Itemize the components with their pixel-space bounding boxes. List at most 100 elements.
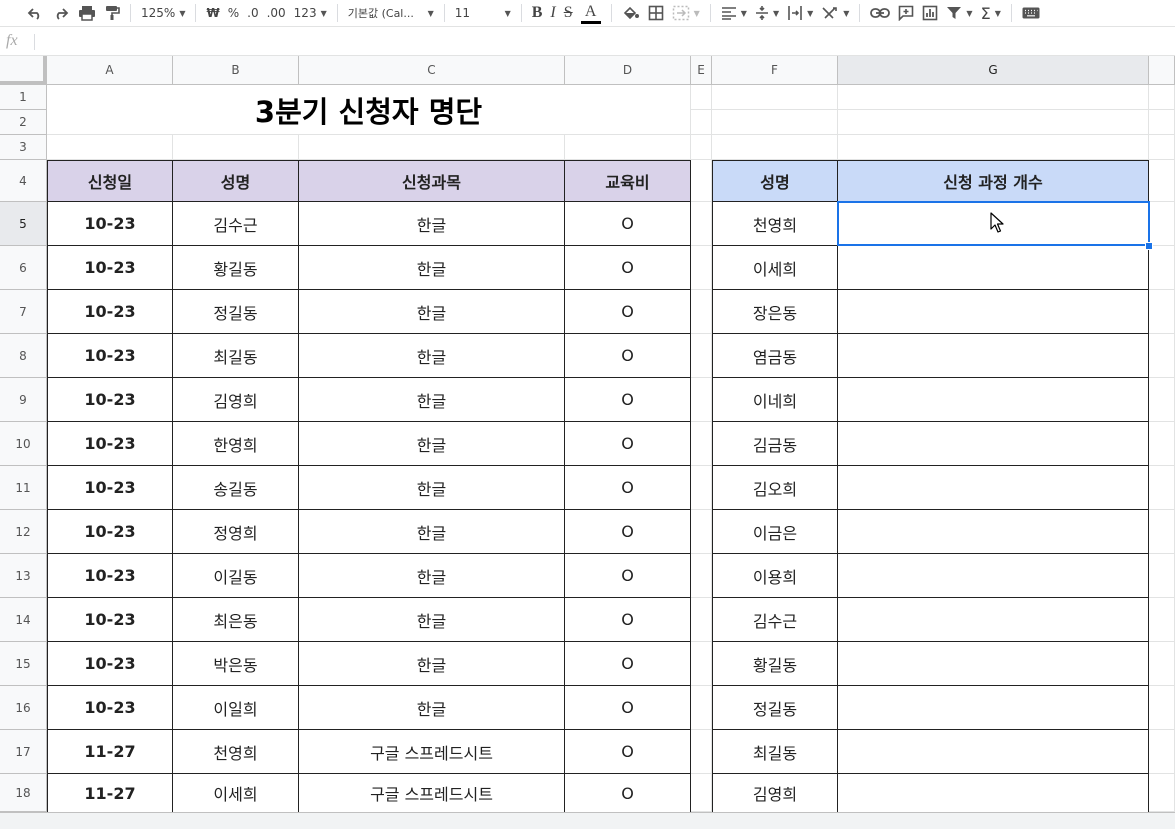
table-cell[interactable]: 이일희 xyxy=(173,686,299,730)
table-cell[interactable]: 한글 xyxy=(299,334,565,378)
column-header-d[interactable]: D xyxy=(565,56,691,85)
row-header-16[interactable]: 16 xyxy=(0,686,47,730)
column-header-b[interactable]: B xyxy=(173,56,299,85)
lookup-name-cell[interactable]: 김영희 xyxy=(712,774,838,812)
cell[interactable] xyxy=(1149,246,1175,290)
cell[interactable] xyxy=(1149,466,1175,510)
table-cell[interactable]: O xyxy=(565,290,691,334)
cell[interactable] xyxy=(1149,378,1175,422)
cell[interactable] xyxy=(47,135,173,160)
table-cell[interactable]: 10-23 xyxy=(47,466,173,510)
cell[interactable] xyxy=(1149,642,1175,686)
percent-format-button[interactable]: % xyxy=(224,2,243,24)
table-header-cell[interactable]: 교육비 xyxy=(565,160,691,202)
lookup-count-cell[interactable] xyxy=(838,202,1149,246)
table-cell[interactable]: 10-23 xyxy=(47,510,173,554)
lookup-name-cell[interactable]: 이세희 xyxy=(712,246,838,290)
row-header-2[interactable]: 2 xyxy=(0,110,47,135)
cell[interactable] xyxy=(1149,686,1175,730)
lookup-name-cell[interactable]: 김수근 xyxy=(712,598,838,642)
text-wrap-button[interactable]: ▼ xyxy=(783,2,817,24)
cell[interactable] xyxy=(691,334,712,378)
row-header-8[interactable]: 8 xyxy=(0,334,47,378)
row-header-17[interactable]: 17 xyxy=(0,730,47,774)
cell[interactable] xyxy=(691,202,712,246)
print-button[interactable] xyxy=(74,2,100,24)
lookup-count-cell[interactable] xyxy=(838,642,1149,686)
lookup-count-cell[interactable] xyxy=(838,466,1149,510)
cell[interactable] xyxy=(691,466,712,510)
table-cell[interactable]: 황길동 xyxy=(173,246,299,290)
cell[interactable] xyxy=(712,110,838,135)
cell[interactable] xyxy=(691,598,712,642)
number-format-select[interactable]: 123 ▼ xyxy=(290,2,331,24)
row-header-6[interactable]: 6 xyxy=(0,246,47,290)
insert-comment-button[interactable] xyxy=(894,2,918,24)
select-all-corner[interactable] xyxy=(0,56,47,85)
cell[interactable] xyxy=(838,135,1149,160)
input-tools-button[interactable] xyxy=(1018,2,1044,24)
lookup-count-cell[interactable] xyxy=(838,774,1149,812)
column-header-a[interactable]: A xyxy=(47,56,173,85)
row-header-12[interactable]: 12 xyxy=(0,510,47,554)
filter-button[interactable]: ▼ xyxy=(942,2,976,24)
currency-format-button[interactable]: ₩ xyxy=(202,2,223,24)
lookup-name-cell[interactable]: 이금은 xyxy=(712,510,838,554)
table-header-cell[interactable]: 성명 xyxy=(173,160,299,202)
table-cell[interactable]: O xyxy=(565,466,691,510)
table-header-cell[interactable]: 신청일 xyxy=(47,160,173,202)
table-cell[interactable]: 10-23 xyxy=(47,554,173,598)
table-cell[interactable]: 송길동 xyxy=(173,466,299,510)
lookup-header-cell[interactable]: 성명 xyxy=(712,160,838,202)
row-header-14[interactable]: 14 xyxy=(0,598,47,642)
sheet-title[interactable]: 3분기 신청자 명단 xyxy=(47,85,691,135)
row-header-10[interactable]: 10 xyxy=(0,422,47,466)
lookup-name-cell[interactable]: 김오희 xyxy=(712,466,838,510)
table-cell[interactable]: 10-23 xyxy=(47,334,173,378)
cell[interactable] xyxy=(691,730,712,774)
cell[interactable] xyxy=(1149,334,1175,378)
insert-link-button[interactable] xyxy=(866,2,894,24)
lookup-name-cell[interactable]: 장은동 xyxy=(712,290,838,334)
fill-color-button[interactable] xyxy=(618,2,644,24)
table-cell[interactable]: 10-23 xyxy=(47,378,173,422)
lookup-name-cell[interactable]: 이네희 xyxy=(712,378,838,422)
lookup-name-cell[interactable]: 천영희 xyxy=(712,202,838,246)
cell[interactable] xyxy=(173,135,299,160)
table-cell[interactable]: 10-23 xyxy=(47,422,173,466)
horizontal-align-button[interactable]: ▼ xyxy=(717,2,751,24)
table-cell[interactable]: 10-23 xyxy=(47,246,173,290)
table-cell[interactable]: 한글 xyxy=(299,290,565,334)
table-cell[interactable]: O xyxy=(565,642,691,686)
table-cell[interactable]: O xyxy=(565,730,691,774)
table-cell[interactable]: 11-27 xyxy=(47,730,173,774)
strikethrough-button[interactable]: S xyxy=(560,2,577,24)
cell[interactable] xyxy=(691,135,712,160)
table-cell[interactable]: 김수근 xyxy=(173,202,299,246)
table-cell[interactable]: O xyxy=(565,554,691,598)
redo-button[interactable] xyxy=(48,2,74,24)
paint-format-button[interactable] xyxy=(100,2,124,24)
row-header-9[interactable]: 9 xyxy=(0,378,47,422)
table-cell[interactable]: O xyxy=(565,686,691,730)
table-cell[interactable]: O xyxy=(565,246,691,290)
cell[interactable] xyxy=(838,110,1149,135)
decrease-decimal-button[interactable]: .0 xyxy=(243,2,262,24)
text-rotate-button[interactable]: ▼ xyxy=(817,2,853,24)
cell[interactable] xyxy=(691,686,712,730)
row-header-1[interactable]: 1 xyxy=(0,85,47,110)
lookup-count-cell[interactable] xyxy=(838,246,1149,290)
cell[interactable] xyxy=(691,422,712,466)
table-cell[interactable]: 한글 xyxy=(299,686,565,730)
cell[interactable] xyxy=(1149,774,1175,812)
cell[interactable] xyxy=(691,85,712,110)
table-cell[interactable]: O xyxy=(565,422,691,466)
table-cell[interactable]: 10-23 xyxy=(47,642,173,686)
insert-chart-button[interactable] xyxy=(918,2,942,24)
table-cell[interactable]: 10-23 xyxy=(47,686,173,730)
lookup-name-cell[interactable]: 정길동 xyxy=(712,686,838,730)
table-cell[interactable]: 10-23 xyxy=(47,202,173,246)
cell[interactable] xyxy=(1149,290,1175,334)
table-cell[interactable]: 구글 스프레드시트 xyxy=(299,730,565,774)
cell[interactable] xyxy=(691,642,712,686)
